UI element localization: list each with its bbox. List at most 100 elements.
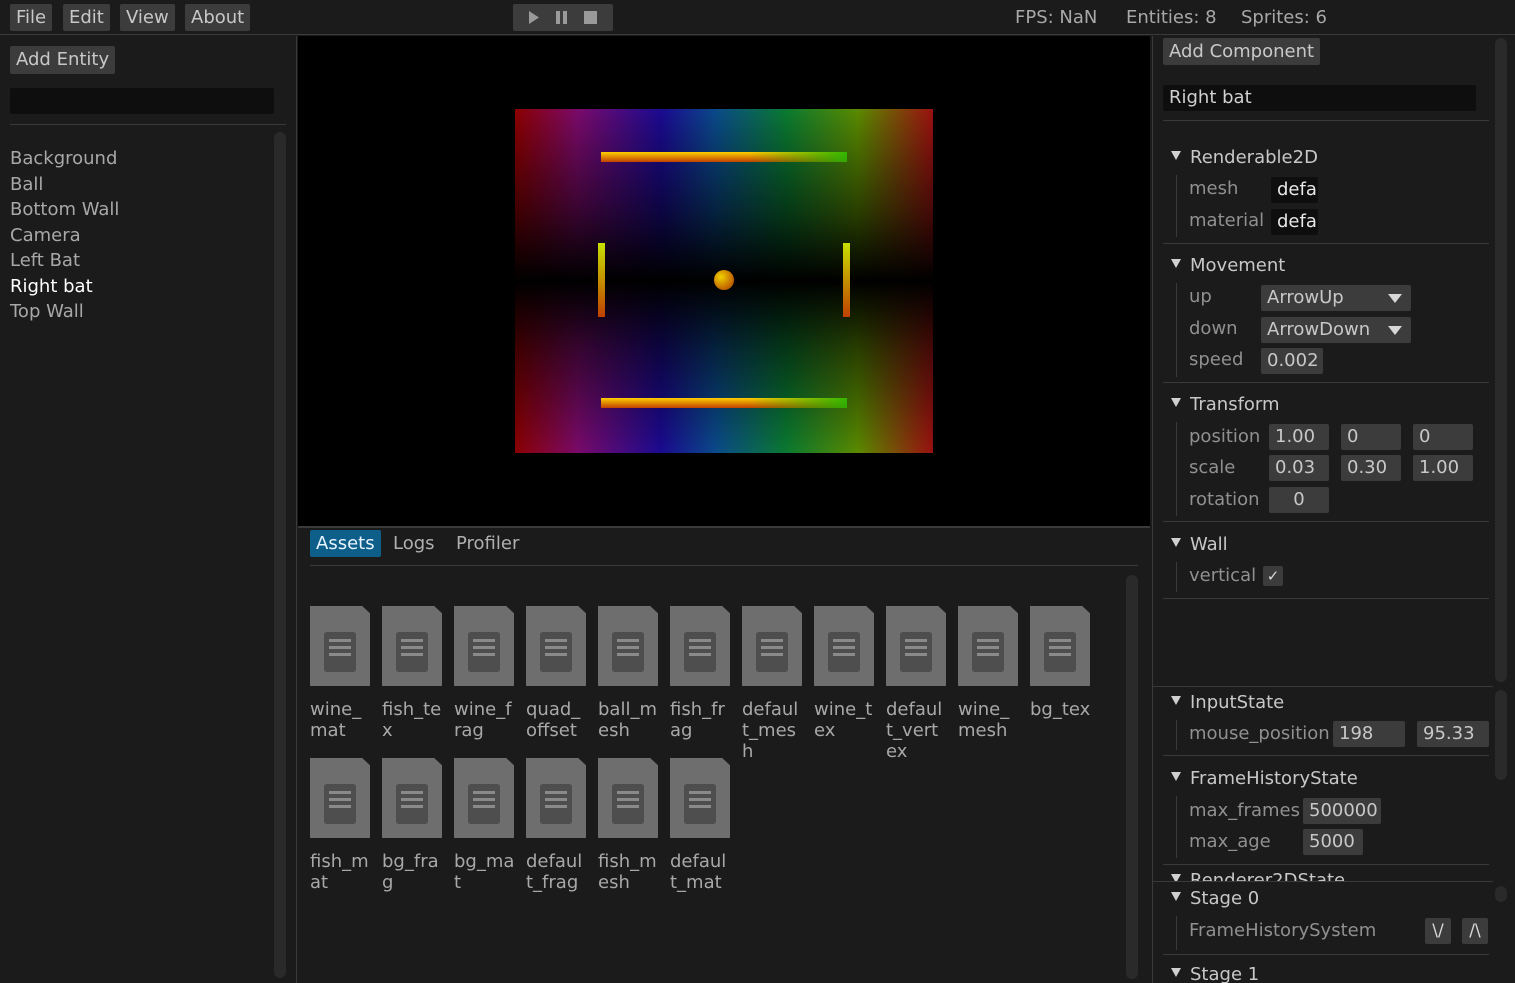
rotation-field[interactable]: 0 (1269, 487, 1329, 513)
renderer2dstate-header-clipped[interactable]: Renderer2DState (1171, 870, 1481, 881)
mesh-label: mesh (1189, 178, 1239, 199)
scale-y-field[interactable]: 0.30 (1341, 455, 1401, 481)
entity-search-input[interactable] (10, 88, 274, 114)
divider (1153, 686, 1493, 687)
scene-viewport[interactable] (298, 36, 1150, 528)
mouse-y-field[interactable]: 95.33 (1417, 721, 1489, 747)
file-icon (598, 758, 658, 838)
stages-scrollbar[interactable] (1495, 886, 1507, 902)
asset-label: quad_offset (526, 699, 581, 741)
transform-title: Transform (1190, 394, 1280, 415)
speed-field[interactable]: 0.002 (1261, 348, 1323, 374)
inspector-panel: Add Component Right bat Renderable2D mes… (1152, 36, 1515, 983)
move-up-button[interactable]: /\ (1462, 918, 1488, 944)
asset-tile[interactable]: fish_tex (382, 606, 442, 741)
asset-tile[interactable]: ball_mesh (598, 606, 658, 741)
tab-assets[interactable]: Assets (310, 530, 381, 557)
asset-tile[interactable]: default_mat (670, 758, 730, 893)
rotation-label: rotation (1189, 489, 1260, 510)
entity-item-left-bat[interactable]: Left Bat (10, 248, 119, 274)
components-scrollbar[interactable] (1495, 38, 1507, 682)
up-key-select[interactable]: ArrowUp (1261, 285, 1411, 311)
entity-item-camera[interactable]: Camera (10, 223, 119, 249)
asset-tile[interactable]: bg_frag (382, 758, 442, 893)
material-field[interactable]: defa (1271, 209, 1318, 235)
speed-label: speed (1189, 349, 1244, 370)
asset-tile[interactable]: default_frag (526, 758, 586, 893)
add-component-button[interactable]: Add Component (1163, 38, 1321, 65)
collapse-triangle-icon (1171, 538, 1181, 547)
asset-tile[interactable]: bg_tex (1030, 606, 1090, 720)
down-key-value: ArrowDown (1267, 319, 1371, 340)
entity-item-background[interactable]: Background (10, 146, 119, 172)
asset-tile[interactable]: fish_mesh (598, 758, 658, 893)
inputstate-header[interactable]: InputState (1171, 692, 1284, 714)
resources-scrollbar[interactable] (1495, 690, 1507, 780)
add-entity-button[interactable]: Add Entity (10, 46, 116, 74)
asset-label: wine_mesh (958, 699, 1010, 741)
mesh-field[interactable]: defa (1271, 177, 1318, 203)
position-y-field[interactable]: 0 (1341, 424, 1401, 450)
entity-name-field[interactable]: Right bat (1163, 85, 1476, 111)
entity-item-right-bat[interactable]: Right bat (10, 274, 119, 300)
asset-tile[interactable]: wine_mesh (958, 606, 1018, 741)
play-button[interactable] (517, 4, 547, 31)
renderer2dstate-title: Renderer2DState (1190, 870, 1346, 881)
asset-tile[interactable]: fish_mat (310, 758, 370, 893)
file-icon (454, 606, 514, 686)
asset-tile[interactable]: fish_frag (670, 606, 730, 741)
asset-label: wine_tex (814, 699, 873, 741)
asset-tile[interactable]: default_vertex (886, 606, 946, 762)
chevron-down-icon: \/ (1432, 921, 1444, 941)
movement-header[interactable]: Movement (1171, 255, 1285, 277)
entity-item-ball[interactable]: Ball (10, 172, 119, 198)
position-x-field[interactable]: 1.00 (1269, 424, 1329, 450)
ball-sprite (714, 270, 734, 290)
divider (1163, 521, 1489, 522)
stage1-header[interactable]: Stage 1 (1171, 964, 1481, 983)
file-icon (454, 758, 514, 838)
stop-button[interactable] (576, 4, 606, 31)
scale-z-field[interactable]: 1.00 (1413, 455, 1473, 481)
framehistory-header[interactable]: FrameHistoryState (1171, 768, 1358, 790)
collapse-triangle-icon (1171, 151, 1181, 160)
down-label: down (1189, 318, 1238, 339)
vertical-checkbox[interactable]: ✓ (1263, 566, 1283, 586)
transform-header[interactable]: Transform (1171, 394, 1280, 416)
mouse-x-field[interactable]: 198 (1333, 721, 1405, 747)
menu-about[interactable]: About (185, 4, 251, 31)
entity-item-top-wall[interactable]: Top Wall (10, 299, 119, 325)
asset-tile[interactable]: wine_tex (814, 606, 874, 741)
asset-tile[interactable]: wine_mat (310, 606, 370, 741)
wall-header[interactable]: Wall (1171, 534, 1228, 556)
asset-scrollbar[interactable] (1126, 575, 1138, 979)
stage0-header[interactable]: Stage 0 (1171, 888, 1259, 910)
asset-tile[interactable]: default_mesh (742, 606, 802, 762)
entity-list-scrollbar[interactable] (274, 132, 286, 978)
max-age-field[interactable]: 5000 (1303, 829, 1363, 855)
game-canvas[interactable] (515, 109, 933, 453)
menu-edit[interactable]: Edit (63, 4, 110, 31)
pause-button[interactable] (547, 4, 577, 31)
renderable2d-header[interactable]: Renderable2D (1171, 147, 1318, 169)
file-icon (382, 606, 442, 686)
tab-profiler[interactable]: Profiler (450, 530, 525, 557)
asset-tile[interactable]: quad_offset (526, 606, 586, 741)
position-z-field[interactable]: 0 (1413, 424, 1473, 450)
max-frames-field[interactable]: 500000 (1303, 798, 1381, 824)
chevron-down-icon (1388, 326, 1402, 335)
bottom-panel: Assets Logs Profiler wine_mat fish_tex win… (298, 529, 1150, 983)
down-key-select[interactable]: ArrowDown (1261, 317, 1411, 343)
menu-view[interactable]: View (120, 4, 175, 31)
asset-tile[interactable]: bg_mat (454, 758, 514, 893)
right-bat-sprite (843, 243, 850, 317)
tab-logs[interactable]: Logs (387, 530, 441, 557)
move-down-button[interactable]: \/ (1425, 918, 1451, 944)
scale-x-field[interactable]: 0.03 (1269, 455, 1329, 481)
asset-label: bg_tex (1030, 699, 1091, 720)
asset-label: default_vertex (886, 699, 943, 762)
asset-tile[interactable]: wine_frag (454, 606, 514, 741)
menu-file[interactable]: File (10, 4, 53, 31)
entity-item-bottom-wall[interactable]: Bottom Wall (10, 197, 119, 223)
indent-guide (1176, 720, 1177, 750)
